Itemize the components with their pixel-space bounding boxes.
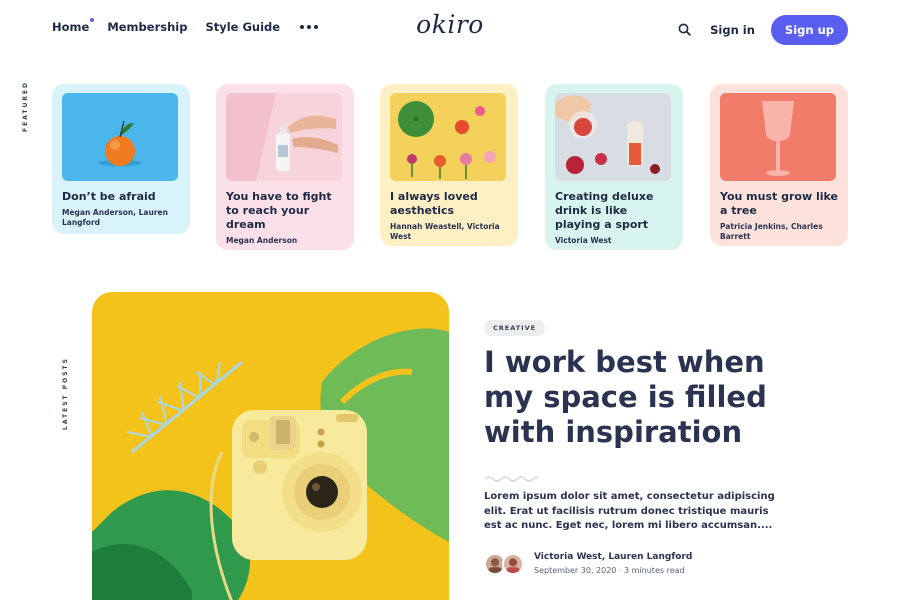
post-meta: September 30, 2020 · 3 minutes read [534,566,685,575]
signup-button[interactable]: Sign up [770,15,848,45]
card-authors: Megan Anderson [226,236,298,245]
card-title: You have to fight to reach your dream [226,190,332,231]
category-tag[interactable]: CREATIVE [484,320,546,336]
card-authors: Megan Anderson, Lauren Langford [62,208,168,227]
card-title: You must grow like a tree [720,190,838,217]
card-image-hands-lotion [226,93,342,181]
avatar[interactable] [502,553,524,575]
featured-card[interactable]: I always loved aesthetics Hannah Weastel… [380,84,518,246]
card-authors: Victoria West [555,236,612,245]
card-authors: Hannah Weastell, Victoria West [390,222,500,241]
wave-divider [484,476,538,482]
signin-link[interactable]: Sign in [710,23,755,37]
featured-label: FEATURED [22,80,29,132]
post-excerpt: Lorem ipsum dolor sit amet, consectetur … [484,491,775,531]
card-image-tangerine [62,93,178,181]
card-image-drinks [555,93,671,181]
card-title: Don’t be afraid [62,190,156,203]
card-title: I always loved aesthetics [390,190,478,217]
card-authors: Patricia Jenkins, Charles Barrett [720,222,823,241]
featured-card[interactable]: You have to fight to reach your dream Me… [216,84,354,250]
featured-card[interactable]: You must grow like a tree Patricia Jenki… [710,84,848,246]
header-actions: Sign in Sign up [676,15,848,45]
search-icon[interactable] [676,21,694,39]
author-avatars[interactable] [484,553,530,575]
card-image-flowers [390,93,506,181]
post-image-instant-camera[interactable] [92,292,449,600]
featured-card[interactable]: Don’t be afraid Megan Anderson, Lauren L… [52,84,190,234]
post-headline[interactable]: I work best when my space is filled with… [484,345,814,450]
post-authors[interactable]: Victoria West, Lauren Langford [534,552,692,562]
card-title: Creating deluxe drink is like playing a … [555,190,654,231]
card-image-glass [720,93,836,181]
latest-posts-label: LATEST POSTS [62,357,69,430]
featured-card[interactable]: Creating deluxe drink is like playing a … [545,84,683,250]
site-header: Home Membership Style Guide okiro Sign i… [0,0,900,56]
